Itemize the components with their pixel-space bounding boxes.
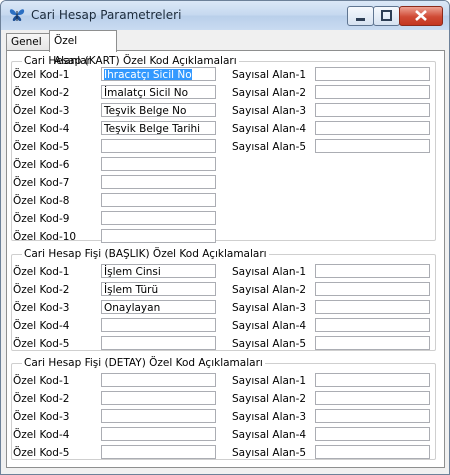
- detay-sayisal-5-input[interactable]: [315, 445, 430, 459]
- detay-sayisal-1-label: Sayısal Alan-1: [232, 375, 307, 387]
- detay-sayisal-3-label: Sayısal Alan-3: [232, 411, 307, 423]
- group-detay-legend: Cari Hesap Fişi (DETAY) Özel Kod Açıklam…: [24, 357, 263, 369]
- baslik-kod-2-input[interactable]: İşlem Türü: [101, 282, 216, 296]
- baslik-kod-4-label: Özel Kod-4: [13, 320, 70, 332]
- kart-kod-7-label: Özel Kod-7: [13, 177, 70, 189]
- kart-kod-9-input[interactable]: [101, 211, 216, 225]
- kart-sayisal-5-label: Sayısal Alan-5: [232, 141, 307, 153]
- detay-sayisal-4-input[interactable]: [315, 427, 430, 441]
- kart-kod-1-value: İhracatçı Sicil No: [104, 69, 192, 81]
- detay-sayisal-3-input[interactable]: [315, 409, 430, 423]
- detay-kod-5-label: Özel Kod-5: [13, 447, 70, 459]
- kart-sayisal-3-input[interactable]: [315, 103, 430, 117]
- kart-sayisal-4-input[interactable]: [315, 121, 430, 135]
- maximize-button[interactable]: [373, 6, 400, 26]
- title-bar[interactable]: Cari Hesap Parametreleri: [1, 1, 449, 30]
- kart-kod-4-input[interactable]: Teşvik Belge Tarihi: [101, 121, 216, 135]
- close-button[interactable]: [399, 6, 443, 26]
- dialog-window: Cari Hesap Parametreleri Genel Özel Alan…: [0, 0, 450, 475]
- detay-kod-3-label: Özel Kod-3: [13, 411, 70, 423]
- baslik-kod-3-label: Özel Kod-3: [13, 302, 70, 314]
- detay-kod-1-input[interactable]: [101, 373, 216, 387]
- detay-kod-4-input[interactable]: [101, 427, 216, 441]
- baslik-sayisal-5-input[interactable]: [315, 336, 430, 350]
- detay-sayisal-2-label: Sayısal Alan-2: [232, 393, 307, 405]
- kart-kod-6-input[interactable]: [101, 157, 216, 171]
- detay-sayisal-5-label: Sayısal Alan-5: [232, 447, 307, 459]
- butterfly-icon: [9, 9, 25, 21]
- kart-kod-4-label: Özel Kod-4: [13, 123, 70, 135]
- tab-control: Genel Özel Alanlar Cari Hesap (KART) Öze…: [1, 30, 449, 473]
- detay-sayisal-1-input[interactable]: [315, 373, 430, 387]
- kart-sayisal-3-label: Sayısal Alan-3: [232, 105, 307, 117]
- tab-panel-ozel-alanlar: Cari Hesap (KART) Özel Kod Açıklamaları …: [6, 50, 445, 468]
- baslik-sayisal-2-input[interactable]: [315, 282, 430, 296]
- detay-kod-1-label: Özel Kod-1: [13, 375, 70, 387]
- kart-kod-6-label: Özel Kod-6: [13, 159, 70, 171]
- detay-kod-2-label: Özel Kod-2: [13, 393, 70, 405]
- baslik-sayisal-2-label: Sayısal Alan-2: [232, 284, 307, 296]
- tab-genel-label: Genel: [11, 36, 42, 48]
- kart-sayisal-5-input[interactable]: [315, 139, 430, 153]
- kart-kod-5-label: Özel Kod-5: [13, 141, 70, 153]
- maximize-icon: [381, 10, 392, 21]
- detay-kod-5-input[interactable]: [101, 445, 216, 459]
- close-icon: [415, 10, 427, 21]
- kart-kod-9-label: Özel Kod-9: [13, 213, 70, 225]
- kart-kod-1-input[interactable]: İhracatçı Sicil No: [101, 67, 216, 81]
- detay-kod-4-label: Özel Kod-4: [13, 429, 70, 441]
- baslik-kod-1-label: Özel Kod-1: [13, 266, 70, 278]
- baslik-kod-3-input[interactable]: Onaylayan: [101, 300, 216, 314]
- baslik-sayisal-3-input[interactable]: [315, 300, 430, 314]
- kart-kod-2-label: Özel Kod-2: [13, 87, 70, 99]
- baslik-sayisal-4-label: Sayısal Alan-4: [232, 320, 307, 332]
- kart-sayisal-1-label: Sayısal Alan-1: [232, 69, 307, 81]
- kart-kod-3-input[interactable]: Teşvik Belge No: [101, 103, 216, 117]
- kart-kod-8-label: Özel Kod-8: [13, 195, 70, 207]
- baslik-kod-5-input[interactable]: [101, 336, 216, 350]
- baslik-sayisal-3-label: Sayısal Alan-3: [232, 302, 307, 314]
- baslik-kod-5-label: Özel Kod-5: [13, 338, 70, 350]
- detay-kod-3-input[interactable]: [101, 409, 216, 423]
- baslik-sayisal-1-input[interactable]: [315, 264, 430, 278]
- baslik-kod-1-input[interactable]: İşlem Cinsi: [101, 264, 216, 278]
- group-baslik-legend: Cari Hesap Fişi (BAŞLIK) Özel Kod Açıkla…: [24, 248, 267, 260]
- kart-sayisal-1-input[interactable]: [315, 67, 430, 81]
- baslik-sayisal-4-input[interactable]: [315, 318, 430, 332]
- kart-sayisal-2-label: Sayısal Alan-2: [232, 87, 307, 99]
- tab-genel[interactable]: Genel: [6, 33, 52, 51]
- kart-kod-10-label: Özel Kod-10: [13, 231, 77, 243]
- baslik-kod-2-label: Özel Kod-2: [13, 284, 70, 296]
- minimize-icon: [356, 18, 365, 21]
- tab-ozel-alanlar-label: Özel Alanlar: [54, 35, 91, 67]
- window-title: Cari Hesap Parametreleri: [31, 8, 182, 22]
- kart-kod-5-input[interactable]: [101, 139, 216, 153]
- detay-sayisal-2-input[interactable]: [315, 391, 430, 405]
- minimize-button[interactable]: [347, 6, 374, 26]
- baslik-sayisal-5-label: Sayısal Alan-5: [232, 338, 307, 350]
- kart-kod-7-input[interactable]: [101, 175, 216, 189]
- kart-kod-3-label: Özel Kod-3: [13, 105, 70, 117]
- kart-sayisal-2-input[interactable]: [315, 85, 430, 99]
- baslik-kod-4-input[interactable]: [101, 318, 216, 332]
- detay-sayisal-4-label: Sayısal Alan-4: [232, 429, 307, 441]
- kart-sayisal-4-label: Sayısal Alan-4: [232, 123, 307, 135]
- tab-ozel-alanlar[interactable]: Özel Alanlar: [49, 30, 117, 67]
- kart-kod-2-input[interactable]: İmalatçı Sicil No: [101, 85, 216, 99]
- kart-kod-10-input[interactable]: [101, 229, 216, 243]
- kart-kod-8-input[interactable]: [101, 193, 216, 207]
- baslik-sayisal-1-label: Sayısal Alan-1: [232, 266, 307, 278]
- detay-kod-2-input[interactable]: [101, 391, 216, 405]
